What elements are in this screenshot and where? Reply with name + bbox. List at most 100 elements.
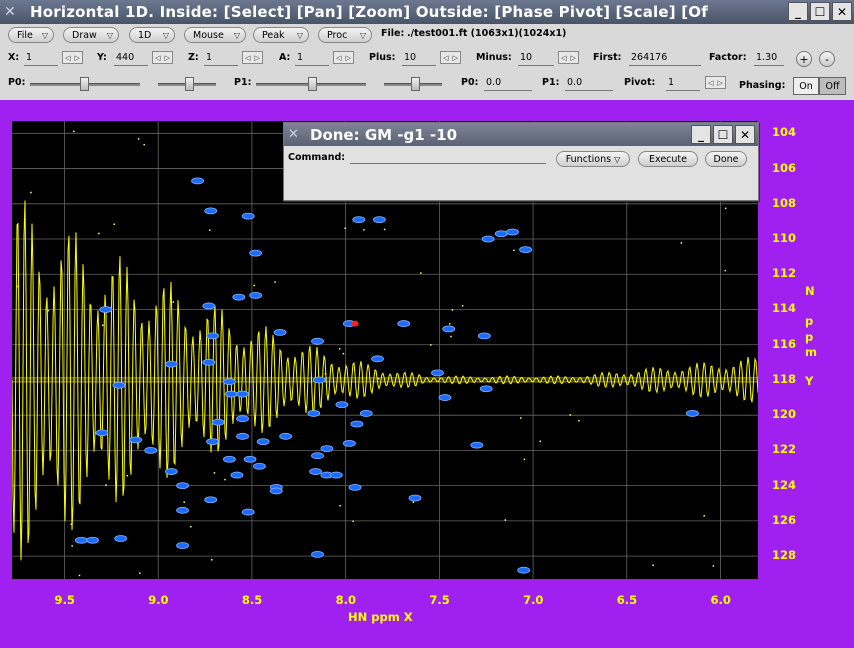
p0-slider-label: P0: — [8, 77, 26, 88]
noise-dot — [513, 249, 515, 252]
p0-slider-handle[interactable] — [80, 77, 89, 91]
pivot-field[interactable]: 1 — [668, 77, 674, 88]
noise-dot — [680, 242, 683, 244]
peak-contour — [342, 439, 356, 447]
peak-contour — [506, 228, 519, 236]
y-spinner[interactable]: ◁ ▷ — [152, 51, 173, 64]
p0-value-field[interactable]: 0.0 — [486, 77, 501, 88]
peak-contour — [230, 471, 244, 479]
noise-dot — [208, 229, 211, 231]
phasing-label: Phasing: — [739, 80, 786, 91]
a-spinner[interactable]: ◁ ▷ — [333, 51, 354, 64]
peak-contour — [236, 390, 249, 398]
y-tick-label: 124 — [772, 477, 797, 492]
peak-contour — [129, 436, 143, 444]
peak-contour — [223, 455, 236, 463]
y-axis-title-letter: p — [805, 314, 814, 328]
noise-dot — [30, 191, 32, 194]
y-tick-label: 120 — [772, 407, 797, 422]
factor-field[interactable]: 1.30 — [756, 52, 777, 63]
menu-proc[interactable]: Proc ▽ — [318, 27, 372, 43]
peak-contour — [309, 468, 323, 475]
zoom-in-button[interactable]: + — [796, 51, 812, 67]
functions-menu-button[interactable]: Functions ▽ — [556, 151, 630, 167]
plus-label: Plus: — [369, 52, 396, 63]
execute-button[interactable]: Execute — [638, 151, 698, 167]
p0-underline — [484, 90, 532, 91]
z-field[interactable]: 1 — [206, 52, 212, 63]
window-title: Horizontal 1D. Inside: [Select] [Pan] [Z… — [30, 3, 708, 21]
title-bar: ✕ Horizontal 1D. Inside: [Select] [Pan] … — [0, 0, 854, 24]
peak-contour — [307, 410, 321, 417]
a-label: A: — [279, 52, 291, 63]
p1-slider-handle[interactable] — [308, 77, 317, 91]
p1-fine-slider-handle[interactable] — [411, 77, 420, 91]
done-button[interactable]: Done — [705, 151, 747, 167]
peak-contour — [371, 355, 384, 363]
peak-contour — [204, 207, 218, 215]
x-tick-label: 7.0 — [523, 593, 544, 607]
x-field[interactable]: 1 — [26, 52, 32, 63]
peak-contour — [253, 462, 266, 470]
menu-1d[interactable]: 1D ▽ — [129, 27, 175, 43]
x-tick-label: 9.0 — [148, 593, 169, 607]
a-underline — [295, 65, 329, 66]
minus-field[interactable]: 10 — [520, 52, 532, 63]
chevron-down-icon: ▽ — [614, 154, 621, 164]
noise-dot — [102, 324, 104, 326]
minus-spinner[interactable]: ◁ ▷ — [558, 51, 579, 64]
peak-contour — [204, 496, 218, 504]
peak-contour — [164, 468, 178, 475]
peak-contour — [494, 230, 508, 238]
pivot-spinner[interactable]: ◁ ▷ — [705, 76, 726, 89]
close-button[interactable]: ✕ — [832, 2, 852, 21]
noise-dot — [461, 304, 464, 307]
noise-dot — [420, 272, 422, 274]
plus-spinner[interactable]: ◁ ▷ — [440, 51, 461, 64]
peak-contour — [164, 360, 178, 368]
cursor-marker — [351, 320, 359, 327]
noise-dot — [253, 284, 255, 287]
dialog-minimize-button[interactable]: _ — [691, 125, 711, 144]
zoom-out-button[interactable]: - — [819, 51, 835, 67]
chevron-down-icon: ▽ — [162, 30, 169, 40]
phasing-on-button[interactable]: On — [793, 77, 819, 95]
noise-dot — [344, 227, 346, 230]
plus-field[interactable]: 10 — [404, 52, 416, 63]
noise-dot — [190, 525, 192, 528]
z-spinner[interactable]: ◁ ▷ — [242, 51, 263, 64]
noise-dot — [73, 130, 75, 133]
y-tick-label: 106 — [772, 160, 797, 175]
plus-underline — [402, 65, 436, 66]
factor-label: Factor: — [709, 52, 747, 63]
phasing-off-button[interactable]: Off — [819, 77, 846, 95]
noise-dot — [172, 301, 175, 303]
noise-dot — [224, 478, 226, 481]
minimize-button[interactable]: _ — [788, 2, 808, 21]
x-spinner[interactable]: ◁ ▷ — [62, 51, 83, 64]
menu-peak[interactable]: Peak ▽ — [253, 27, 309, 43]
peak-contour — [176, 506, 189, 514]
y-tick-label: 128 — [772, 548, 797, 563]
peak-contour — [517, 566, 531, 574]
maximize-button[interactable]: ☐ — [810, 2, 830, 21]
peak-contour — [479, 385, 493, 393]
noise-dot — [578, 419, 580, 422]
dialog-maximize-button[interactable]: ☐ — [713, 125, 733, 144]
p0-value-label: P0: — [461, 77, 479, 88]
first-field[interactable]: 264176 — [631, 52, 667, 63]
dialog-title: Done: GM -g1 -10 — [310, 125, 458, 144]
y-field[interactable]: 440 — [116, 52, 134, 63]
menu-file[interactable]: File ▽ — [8, 27, 54, 43]
y-axis-title-letter: m — [805, 345, 817, 359]
peak-contour — [224, 390, 238, 398]
a-field[interactable]: 1 — [297, 52, 303, 63]
y-tick-label: 126 — [772, 512, 797, 527]
p0-fine-slider-handle[interactable] — [185, 77, 194, 91]
p1-value-field[interactable]: 0.0 — [567, 77, 582, 88]
dialog-close-button[interactable]: ✕ — [735, 125, 755, 144]
menu-draw[interactable]: Draw ▽ — [63, 27, 119, 43]
menu-mouse[interactable]: Mouse ▽ — [184, 27, 246, 43]
x-underline — [24, 65, 58, 66]
y-tick-label: 104 — [772, 125, 797, 140]
